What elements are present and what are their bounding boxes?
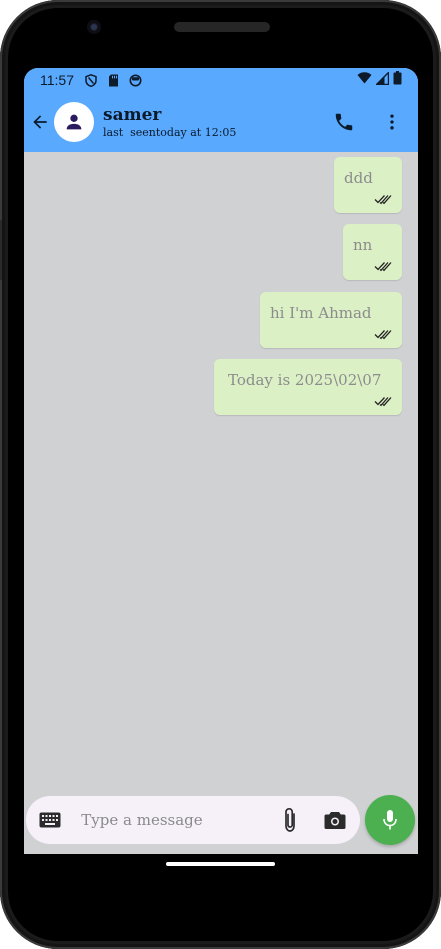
phone-icon <box>335 113 353 131</box>
arrow-back-icon <box>33 115 47 129</box>
volume-button <box>0 220 2 280</box>
double-check-icon <box>374 330 392 340</box>
message-bubble[interactable]: Today is 2025\02\07 <box>214 359 402 415</box>
message-bubble[interactable]: ddd <box>334 157 402 213</box>
signal-icon <box>374 70 390 89</box>
back-button[interactable] <box>26 102 54 142</box>
battery-icon <box>393 71 402 89</box>
status-time: 11:57 <box>40 72 74 88</box>
more-vert-icon <box>390 114 394 130</box>
double-check-icon <box>374 262 392 272</box>
header-actions <box>324 102 418 142</box>
camera-button[interactable] <box>321 805 348 835</box>
message-text: ddd <box>344 169 373 187</box>
double-check-icon <box>374 397 392 407</box>
message-list[interactable]: ddd nn hi I'm Ahmad Today is 2025\02\07 <box>24 152 418 792</box>
message-text: nn <box>353 236 373 254</box>
message-input[interactable] <box>81 811 277 829</box>
double-check-icon <box>374 195 392 205</box>
sd-card-icon <box>106 73 120 87</box>
call-button[interactable] <box>324 102 364 142</box>
last-seen-text: last seentoday at 12:05 <box>103 125 237 139</box>
gesture-nav-handle[interactable] <box>166 862 275 866</box>
message-bubble[interactable]: nn <box>343 224 402 280</box>
keyboard-button[interactable] <box>38 808 61 832</box>
phone-frame: 11:57 samer last seentoday at 12:05 ddd … <box>0 0 441 949</box>
app-screen: 11:57 samer last seentoday at 12:05 ddd … <box>24 68 418 854</box>
shield-icon <box>84 73 98 87</box>
paperclip-icon <box>284 807 295 832</box>
message-text: Today is 2025\02\07 <box>228 371 382 389</box>
wifi-icon <box>357 72 372 88</box>
sync-icon <box>128 73 142 87</box>
chat-header: samer last seentoday at 12:05 <box>24 92 418 152</box>
message-composer <box>26 796 360 844</box>
status-right-icons <box>357 70 402 89</box>
mic-button[interactable] <box>365 795 415 845</box>
message-bubble[interactable]: hi I'm Ahmad <box>260 292 402 348</box>
keyboard-icon <box>39 812 61 828</box>
contact-name: samer <box>103 104 162 125</box>
attach-button[interactable] <box>276 805 303 835</box>
avatar[interactable] <box>54 102 94 142</box>
person-icon <box>66 114 82 130</box>
camera-icon <box>324 811 346 829</box>
front-camera <box>87 20 101 34</box>
status-bar: 11:57 <box>24 68 418 92</box>
more-options-button[interactable] <box>372 102 412 142</box>
contact-info[interactable]: samer last seentoday at 12:05 <box>103 105 236 140</box>
mic-icon <box>383 810 397 830</box>
message-text: hi I'm Ahmad <box>270 304 372 322</box>
earpiece-speaker <box>174 22 270 32</box>
